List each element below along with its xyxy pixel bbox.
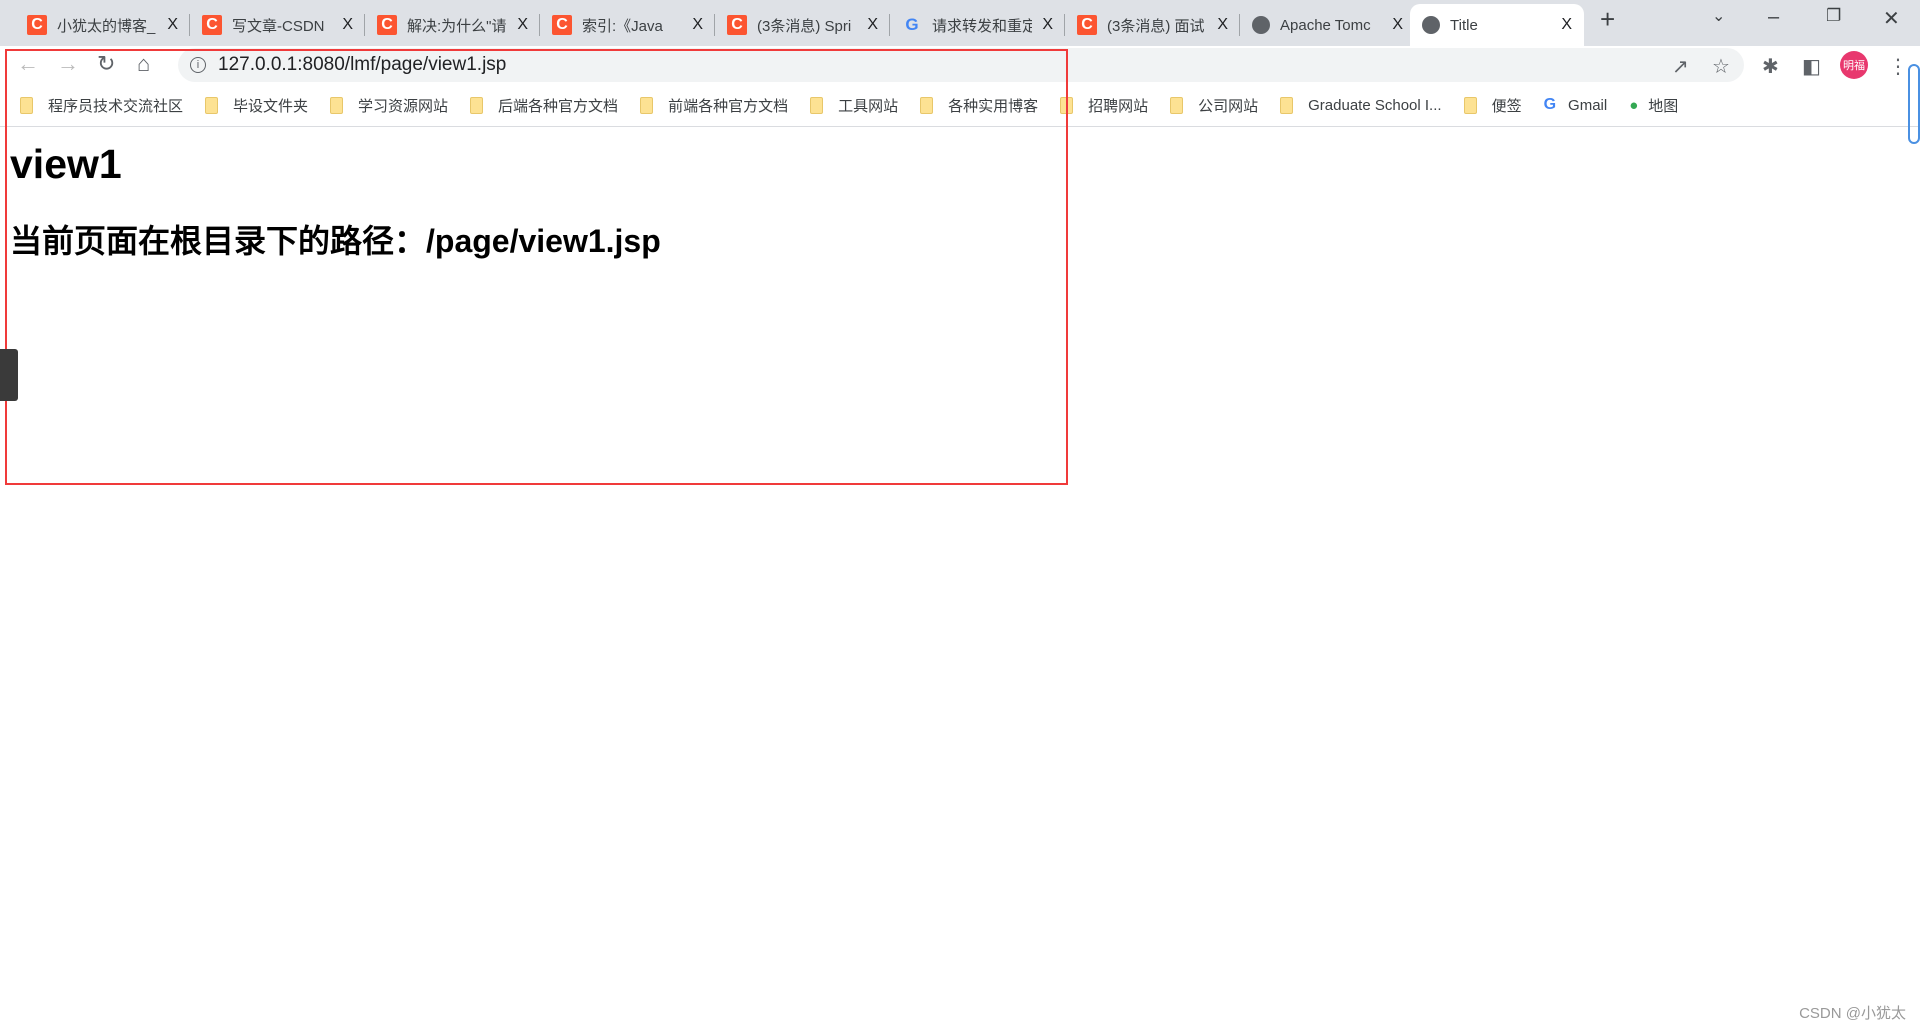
close-icon[interactable]: X xyxy=(1561,16,1572,34)
bookmark-folder[interactable]: 前端各种官方文档 xyxy=(640,95,788,116)
bookmark-folder[interactable]: 后端各种官方文档 xyxy=(470,95,618,116)
bookmark-folder[interactable]: 公司网站 xyxy=(1170,95,1258,116)
close-icon[interactable]: X xyxy=(692,16,703,34)
folder-icon xyxy=(810,96,824,114)
folder-icon xyxy=(1463,96,1477,114)
folder-icon xyxy=(1280,96,1294,114)
extensions-icon[interactable]: ✱ xyxy=(1762,54,1779,79)
folder-icon xyxy=(640,96,654,114)
toolbar: ← → ↻ ⌂ i 127.0.0.1:8080/lmf/page/view1.… xyxy=(0,46,1920,84)
tab-search-chevron-icon[interactable]: ⌄ xyxy=(1712,6,1725,26)
close-window-button[interactable]: ✕ xyxy=(1883,6,1900,31)
tab[interactable]: C (3条消息) 面试 X xyxy=(1065,4,1240,46)
csdn-icon: C xyxy=(552,15,572,35)
folder-icon xyxy=(1170,96,1184,114)
tab[interactable]: C (3条消息) Spri X xyxy=(715,4,890,46)
csdn-icon: C xyxy=(202,15,222,35)
bookmark-folder[interactable]: 毕设文件夹 xyxy=(205,95,308,116)
close-icon[interactable]: X xyxy=(167,16,178,34)
folder-icon xyxy=(330,96,344,114)
address-bar[interactable]: i 127.0.0.1:8080/lmf/page/view1.jsp xyxy=(178,48,1744,82)
share-icon[interactable]: ↗ xyxy=(1672,54,1689,79)
page-path-heading: 当前页面在根目录下的路径：/page/view1.jsp xyxy=(10,223,661,259)
csdn-icon: C xyxy=(377,15,397,35)
bookmark-folder[interactable]: 学习资源网站 xyxy=(330,95,448,116)
star-icon[interactable]: ☆ xyxy=(1712,54,1730,79)
minimize-button[interactable]: – xyxy=(1768,6,1779,29)
tab[interactable]: C 小犹太的博客_ X xyxy=(15,4,190,46)
tab[interactable]: C 写文章-CSDN X xyxy=(190,4,365,46)
bookmark-folder[interactable]: 工具网站 xyxy=(810,95,898,116)
map-pin-icon: ● xyxy=(1629,96,1639,114)
close-icon[interactable]: X xyxy=(517,16,528,34)
folder-icon xyxy=(1060,96,1074,114)
side-handle[interactable] xyxy=(0,349,18,401)
home-icon[interactable]: ⌂ xyxy=(137,51,150,77)
google-icon: G xyxy=(905,15,919,34)
close-icon[interactable]: X xyxy=(1392,16,1403,34)
google-icon: G xyxy=(1543,96,1557,113)
avatar[interactable]: 明福 xyxy=(1840,51,1868,79)
bookmark-folder[interactable]: Graduate School I... xyxy=(1280,96,1442,114)
url-text[interactable]: 127.0.0.1:8080/lmf/page/view1.jsp xyxy=(218,54,506,76)
back-icon[interactable]: ← xyxy=(17,51,39,77)
close-icon[interactable]: X xyxy=(1042,16,1053,34)
bookmark-maps[interactable]: ● 地图 xyxy=(1629,95,1678,116)
bookmark-folder[interactable]: 各种实用博客 xyxy=(920,95,1038,116)
page-content: view1 当前页面在根目录下的路径：/page/view1.jsp xyxy=(10,127,661,262)
folder-icon xyxy=(470,96,484,114)
globe-icon xyxy=(1252,16,1270,34)
tab[interactable]: C 解决:为什么"请 X xyxy=(365,4,540,46)
folder-icon xyxy=(920,96,934,114)
folder-icon xyxy=(205,96,219,114)
side-panel-icon[interactable]: ◧ xyxy=(1802,54,1821,79)
tab[interactable]: G 请求转发和重定 X xyxy=(890,4,1065,46)
bookmark-folder[interactable]: 招聘网站 xyxy=(1060,95,1148,116)
csdn-icon: C xyxy=(727,15,747,35)
close-icon[interactable]: X xyxy=(1217,16,1228,34)
forward-icon[interactable]: → xyxy=(57,51,79,77)
info-icon[interactable]: i xyxy=(190,57,206,73)
close-icon[interactable]: X xyxy=(867,16,878,34)
reload-icon[interactable]: ↻ xyxy=(97,51,115,77)
watermark: CSDN @小犹太 xyxy=(1799,1005,1906,1022)
csdn-icon: C xyxy=(27,15,47,35)
tab[interactable]: Apache Tomc X xyxy=(1240,4,1415,46)
globe-icon xyxy=(1422,16,1440,34)
tab-strip: C 小犹太的博客_ X C 写文章-CSDN X C 解决:为什么"请 X C 索引:《Jav… xyxy=(0,0,1920,46)
folder-icon xyxy=(20,96,33,114)
bookmark-folder[interactable]: 便签 xyxy=(1463,95,1522,116)
new-tab-button[interactable]: + xyxy=(1600,4,1615,35)
csdn-icon: C xyxy=(1077,15,1097,35)
page-heading: view1 xyxy=(10,141,122,187)
restore-button[interactable]: ❐ xyxy=(1826,6,1841,26)
bookmarks-bar: 程序员技术交流社区 毕设文件夹 学习资源网站 后端各种官方文档 前端各种官方文档… xyxy=(0,84,1920,127)
bookmark-folder[interactable]: 程序员技术交流社区 xyxy=(20,95,183,116)
scrollbar[interactable] xyxy=(1908,64,1920,144)
close-icon[interactable]: X xyxy=(342,16,353,34)
tab-active[interactable]: Title X xyxy=(1410,4,1584,46)
bookmark-gmail[interactable]: G Gmail xyxy=(1544,96,1608,114)
tab[interactable]: C 索引:《Java X xyxy=(540,4,715,46)
menu-icon[interactable]: ⋮ xyxy=(1888,54,1908,79)
